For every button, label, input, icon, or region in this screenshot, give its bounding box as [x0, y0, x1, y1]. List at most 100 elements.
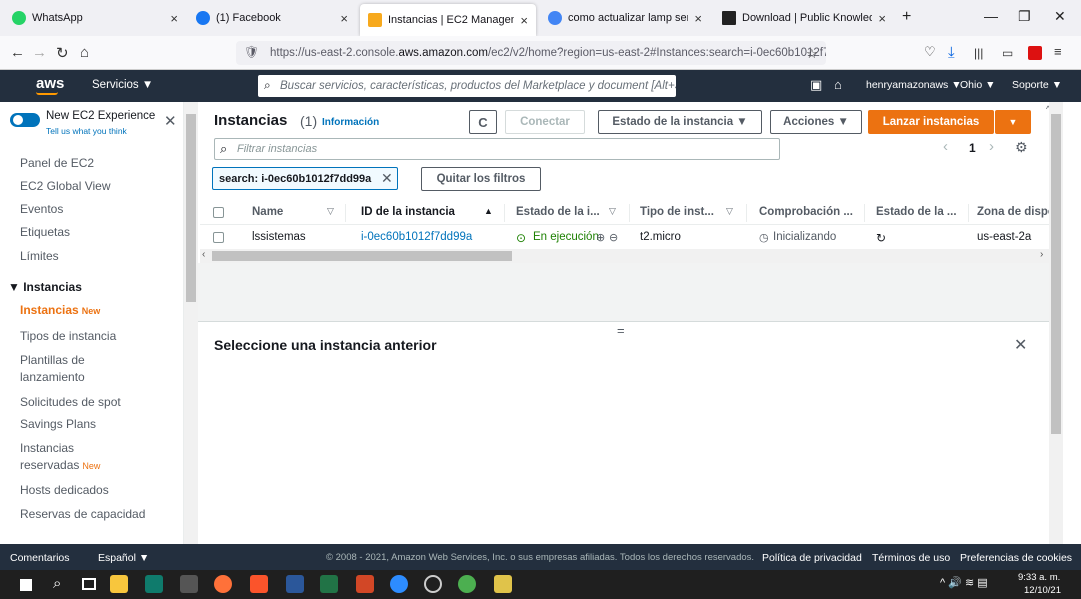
- sidebar-section-instancias[interactable]: ▼ Instancias: [8, 279, 168, 296]
- restore-icon[interactable]: ❐: [1018, 8, 1031, 25]
- zoom-in-icon[interactable]: ⊕: [596, 231, 605, 244]
- window-close-icon[interactable]: ✕: [1054, 8, 1066, 25]
- feedback-link[interactable]: Tell us what you think: [46, 126, 127, 136]
- tab-pkp[interactable]: Download | Public Knowledge P ×: [714, 0, 894, 36]
- search-input[interactable]: ⌕ Buscar servicios, características, pro…: [258, 75, 676, 97]
- sidebar-item-eventos[interactable]: Eventos: [20, 201, 180, 218]
- obs-icon[interactable]: [424, 575, 442, 593]
- account-menu[interactable]: henryamazonaws ▼: [866, 79, 962, 91]
- sidebar-item-plantillas[interactable]: Plantillas de lanzamiento: [20, 352, 180, 386]
- sidebar-icon[interactable]: ▭: [1002, 46, 1013, 60]
- clock-date[interactable]: 12/10/21: [1024, 585, 1061, 596]
- actions-dropdown[interactable]: Acciones ▼: [770, 110, 862, 134]
- new-tab-button[interactable]: +: [902, 8, 911, 26]
- column-header-name[interactable]: Name: [252, 206, 283, 218]
- chrome-icon[interactable]: [458, 575, 476, 593]
- extension-icon[interactable]: [1028, 46, 1042, 60]
- sidebar-item-global-view[interactable]: EC2 Global View: [20, 178, 180, 195]
- back-icon[interactable]: ←: [10, 44, 25, 61]
- scrollbar-thumb[interactable]: [186, 114, 196, 302]
- region-menu[interactable]: Ohio ▼: [960, 79, 996, 91]
- search-icon[interactable]: ⌕: [53, 575, 61, 592]
- publisher-icon[interactable]: [145, 575, 163, 593]
- sidebar-item-tipos[interactable]: Tipos de instancia: [20, 328, 180, 345]
- filter-input[interactable]: ⌕ Filtrar instancias: [214, 138, 780, 160]
- tab-facebook[interactable]: (1) Facebook ×: [188, 0, 356, 36]
- column-header-state[interactable]: Estado de la i...: [516, 206, 600, 218]
- sidebar-item-limites[interactable]: Límites: [20, 248, 180, 265]
- filezilla-icon[interactable]: [494, 575, 512, 593]
- sidebar-item-spot[interactable]: Solicitudes de spot: [20, 394, 180, 411]
- table-row[interactable]: [200, 225, 1049, 249]
- aws-logo[interactable]: aws: [36, 75, 64, 92]
- notifications-icon[interactable]: ⌂: [834, 77, 842, 92]
- next-page-icon[interactable]: ›: [989, 138, 994, 155]
- firefox-icon[interactable]: [214, 575, 232, 593]
- bookmark-star-icon[interactable]: ☆: [806, 46, 818, 62]
- sidebar-item-panel[interactable]: Panel de EC2: [20, 155, 180, 172]
- scroll-left-icon[interactable]: ‹: [202, 249, 205, 260]
- row-checkbox[interactable]: [213, 232, 224, 243]
- column-header-check[interactable]: Comprobación ...: [759, 206, 853, 218]
- pocket-icon[interactable]: ♡: [924, 44, 936, 60]
- scrollbar-thumb[interactable]: [1051, 114, 1061, 434]
- sidebar-item-capacidad[interactable]: Reservas de capacidad: [20, 506, 180, 523]
- sidebar-item-savings[interactable]: Savings Plans: [20, 416, 180, 433]
- downloads-icon[interactable]: ⤓: [948, 44, 955, 61]
- task-view-icon[interactable]: [82, 578, 96, 590]
- sort-icon[interactable]: ▽: [609, 206, 616, 217]
- privacy-link[interactable]: Política de privacidad: [762, 552, 862, 564]
- url-bar[interactable]: 🛡 https://us-east-2.console. aws.amazon.c…: [236, 41, 826, 65]
- refresh-button[interactable]: C: [469, 110, 497, 134]
- instance-state-dropdown[interactable]: Estado de la instancia ▼: [598, 110, 762, 134]
- sort-icon[interactable]: ▽: [327, 206, 334, 217]
- prev-page-icon[interactable]: ‹: [943, 138, 948, 155]
- select-all-checkbox[interactable]: [213, 207, 224, 218]
- sort-ascending-icon[interactable]: ▲: [484, 206, 493, 216]
- sort-icon[interactable]: ▽: [726, 206, 733, 217]
- launch-instances-button[interactable]: Lanzar instancias: [868, 110, 994, 134]
- page-number[interactable]: 1: [969, 141, 976, 155]
- column-header-type[interactable]: Tipo de inst...: [640, 206, 714, 218]
- tab-whatsapp[interactable]: WhatsApp ×: [4, 0, 186, 36]
- forward-icon[interactable]: →: [32, 44, 47, 61]
- column-header-alarm[interactable]: Estado de la ...: [876, 206, 957, 218]
- library-icon[interactable]: |||: [974, 46, 983, 60]
- column-header-id[interactable]: ID de la instancia: [361, 206, 455, 218]
- home-icon[interactable]: ⌂: [80, 44, 89, 61]
- sidebar-item-instancias[interactable]: Instancias New: [20, 302, 180, 320]
- tab-google[interactable]: como actualizar lamp server - B ×: [540, 0, 710, 36]
- sidebar-item-hosts[interactable]: Hosts dedicados: [20, 482, 180, 499]
- table-horizontal-scrollbar[interactable]: ‹ ›: [200, 249, 1049, 263]
- file-explorer-icon[interactable]: [110, 575, 128, 593]
- services-menu[interactable]: Servicios ▼: [92, 79, 153, 91]
- zoom-out-icon[interactable]: ⊖: [609, 231, 618, 244]
- close-tab-icon[interactable]: ×: [520, 13, 528, 28]
- tab-ec2[interactable]: Instancias | EC2 Management C ×: [360, 4, 536, 36]
- cloudshell-icon[interactable]: ▣: [810, 77, 822, 93]
- page-scrollbar[interactable]: [1049, 102, 1063, 544]
- word-icon[interactable]: [286, 575, 304, 593]
- cookie-preferences-link[interactable]: Preferencias de cookies: [960, 552, 1072, 564]
- minimize-icon[interactable]: —: [984, 8, 998, 24]
- column-header-zone[interactable]: Zona de dispo: [977, 206, 1055, 218]
- sidebar-item-reservadas[interactable]: Instancias reservadas New: [20, 440, 180, 475]
- zoom-icon[interactable]: [390, 575, 408, 593]
- language-selector[interactable]: Español ▼: [98, 552, 149, 564]
- support-menu[interactable]: Soporte ▼: [1012, 79, 1062, 91]
- reload-icon[interactable]: ↻: [56, 44, 69, 62]
- close-details-icon[interactable]: ✕: [1014, 335, 1027, 355]
- cell-instance-id[interactable]: i-0ec60b1012f7dd99a: [361, 231, 472, 243]
- powerpoint-icon[interactable]: [356, 575, 374, 593]
- feedback-link[interactable]: Comentarios: [10, 552, 70, 564]
- terms-link[interactable]: Términos de uso: [872, 552, 950, 564]
- close-tab-icon[interactable]: ×: [340, 11, 348, 26]
- sidebar-scrollbar[interactable]: [184, 102, 198, 544]
- split-drag-handle[interactable]: =: [617, 323, 625, 338]
- system-tray-icons[interactable]: ^ 🔊 ≋ ▤: [940, 576, 988, 589]
- connect-button[interactable]: Conectar: [505, 110, 585, 134]
- sidebar-item-etiquetas[interactable]: Etiquetas: [20, 224, 180, 241]
- remove-filter-icon[interactable]: ✕: [381, 170, 393, 187]
- settings-gear-icon[interactable]: ⚙: [1015, 139, 1028, 156]
- close-icon[interactable]: ✕: [164, 112, 177, 130]
